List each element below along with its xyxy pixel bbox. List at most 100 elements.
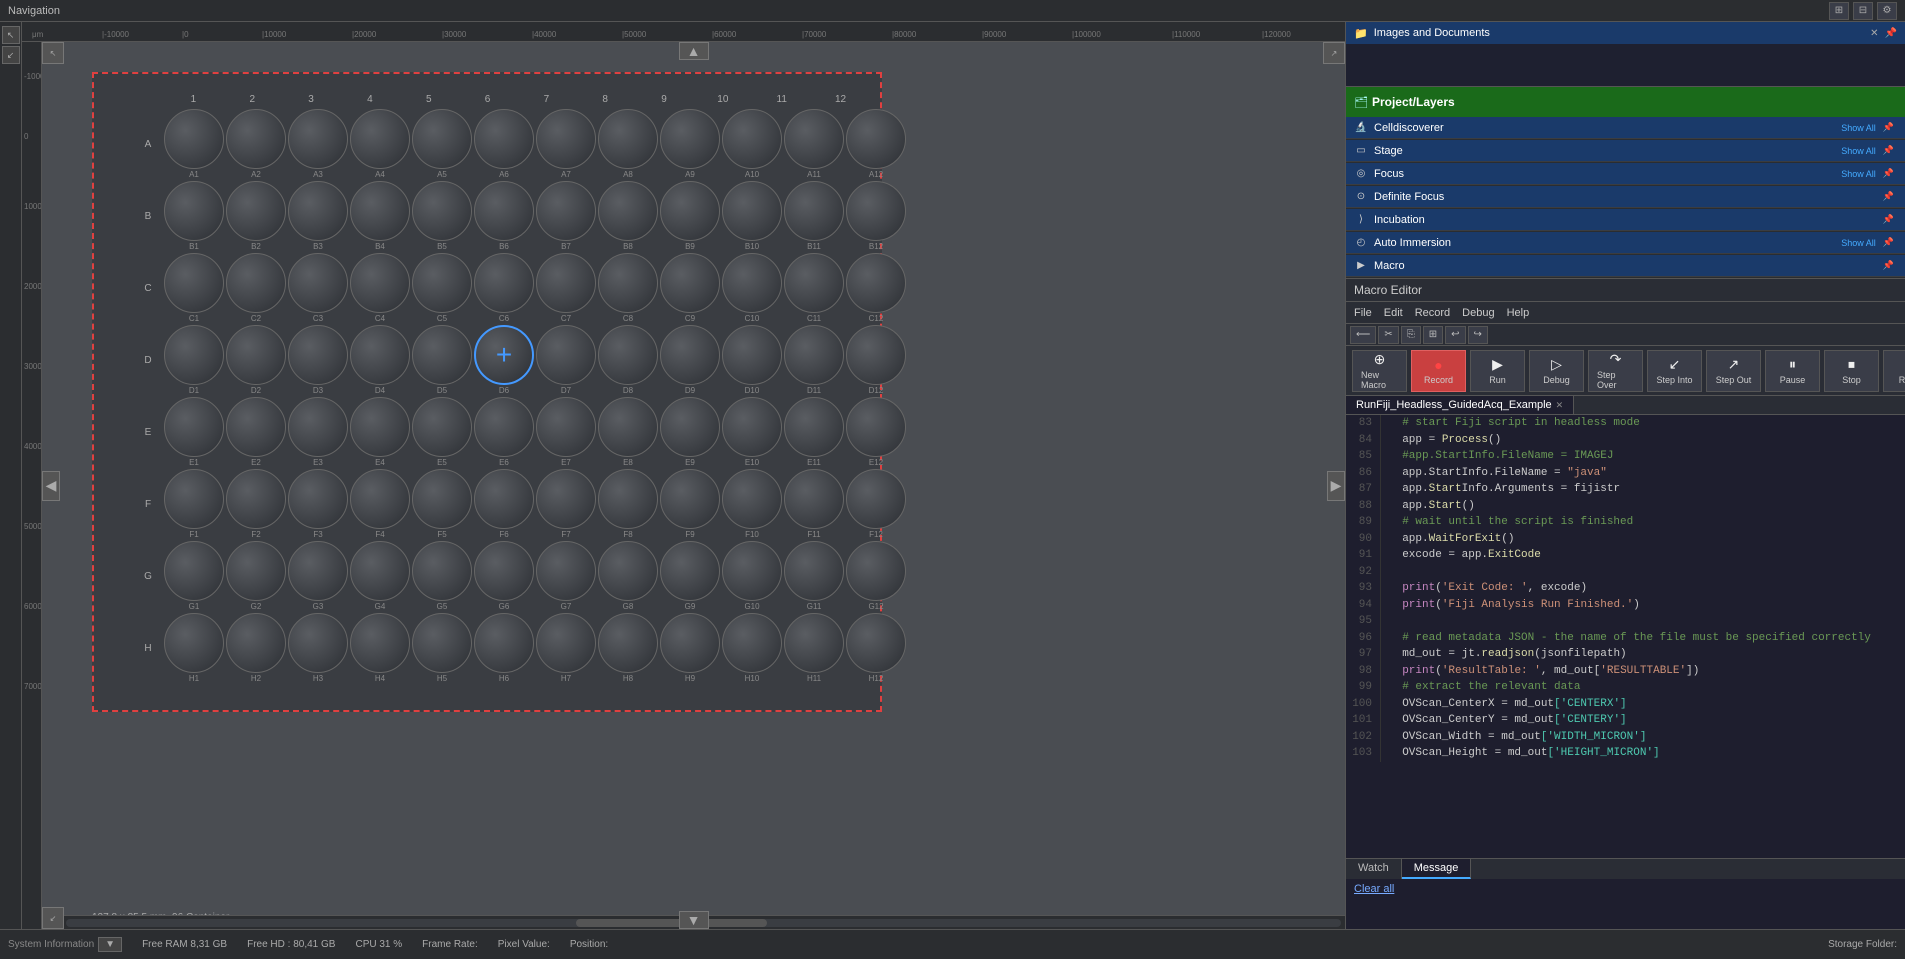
well-E11[interactable] [784,397,844,457]
well-F10[interactable] [722,469,782,529]
well-F3[interactable] [288,469,348,529]
images-close-icon[interactable]: ✕ [1870,28,1878,39]
well-D5[interactable] [412,325,472,385]
well-F11[interactable] [784,469,844,529]
toolbar-paste[interactable]: ⊞ [1423,326,1443,344]
well-D9[interactable] [660,325,720,385]
well-F2[interactable] [226,469,286,529]
well-H3[interactable] [288,613,348,673]
well-A11[interactable] [784,109,844,169]
well-B9[interactable] [660,181,720,241]
well-D4[interactable] [350,325,410,385]
well-F4[interactable] [350,469,410,529]
well-D7[interactable] [536,325,596,385]
layer-show-all-button[interactable]: Show All [1841,146,1876,156]
layer-show-all-button[interactable]: Show All [1841,238,1876,248]
well-E9[interactable] [660,397,720,457]
toolbar-copy[interactable]: ⎘ [1401,326,1421,344]
well-H7[interactable] [536,613,596,673]
menu-debug[interactable]: Debug [1462,307,1494,319]
well-G1[interactable] [164,541,224,601]
new-macro-button[interactable]: ⊕ New Macro [1352,350,1407,392]
well-G6[interactable] [474,541,534,601]
code-editor[interactable]: 83 # start Fiji script in headless mode8… [1346,415,1905,858]
layer-pin-button[interactable]: 📌 [1880,236,1897,249]
well-H9[interactable] [660,613,720,673]
layer-pin-button[interactable]: 📌 [1880,121,1897,134]
well-B11[interactable] [784,181,844,241]
grid-icon-2[interactable]: ⊟ [1853,2,1873,20]
stop-button[interactable]: ⏹ Stop [1824,350,1879,392]
well-D11[interactable] [784,325,844,385]
well-E8[interactable] [598,397,658,457]
well-B10[interactable] [722,181,782,241]
layer-pin-button[interactable]: 📌 [1880,213,1897,226]
layer-item-macro[interactable]: ▶Macro📌 [1346,255,1905,277]
well-G3[interactable] [288,541,348,601]
well-H6[interactable] [474,613,534,673]
well-D2[interactable] [226,325,286,385]
well-F1[interactable] [164,469,224,529]
layer-pin-button[interactable]: 📌 [1880,190,1897,203]
well-A6[interactable] [474,109,534,169]
well-D12[interactable] [846,325,906,385]
menu-help[interactable]: Help [1507,307,1530,319]
well-G5[interactable] [412,541,472,601]
nav-arrow-right[interactable]: ▶ [1327,471,1345,501]
toolbar-cut[interactable]: ✂ [1378,326,1398,344]
well-F5[interactable] [412,469,472,529]
well-C8[interactable] [598,253,658,313]
well-H10[interactable] [722,613,782,673]
well-B7[interactable] [536,181,596,241]
well-C7[interactable] [536,253,596,313]
well-H8[interactable] [598,613,658,673]
well-C3[interactable] [288,253,348,313]
h-scroll-thumb[interactable] [576,919,767,927]
menu-file[interactable]: File [1354,307,1372,319]
run-button[interactable]: ▶ Run [1470,350,1525,392]
macro-tab-example[interactable]: RunFiji_Headless_GuidedAcq_Example ✕ [1346,396,1574,414]
well-C10[interactable] [722,253,782,313]
well-B3[interactable] [288,181,348,241]
well-E4[interactable] [350,397,410,457]
well-A8[interactable] [598,109,658,169]
layer-item-incubation[interactable]: ⟩Incubation📌 [1346,209,1905,231]
menu-record[interactable]: Record [1415,307,1450,319]
nav-arrow-top[interactable]: ▲ [679,42,709,60]
well-G4[interactable] [350,541,410,601]
record-button[interactable]: ● Record [1411,350,1466,392]
well-E1[interactable] [164,397,224,457]
well-A3[interactable] [288,109,348,169]
well-G9[interactable] [660,541,720,601]
well-C9[interactable] [660,253,720,313]
message-tab[interactable]: Message [1402,859,1472,879]
well-H11[interactable] [784,613,844,673]
well-B5[interactable] [412,181,472,241]
layer-item-celldiscoverer[interactable]: 🔬CelldiscovererShow All📌 [1346,117,1905,139]
well-E2[interactable] [226,397,286,457]
well-B12[interactable] [846,181,906,241]
left-tool-1[interactable]: ↖ [2,26,20,44]
toolbar-redo[interactable]: ↪ [1468,326,1488,344]
layer-pin-button[interactable]: 📌 [1880,167,1897,180]
well-F7[interactable] [536,469,596,529]
well-C1[interactable] [164,253,224,313]
well-B4[interactable] [350,181,410,241]
well-E5[interactable] [412,397,472,457]
settings-icon[interactable]: ⚙ [1877,2,1897,20]
well-F12[interactable] [846,469,906,529]
images-pin-icon[interactable]: 📌 [1885,28,1897,39]
reset-button[interactable]: ↺ Reset [1883,350,1905,392]
grid-icon-1[interactable]: ⊞ [1829,2,1849,20]
nav-arrow-bottom[interactable]: ▼ [679,911,709,929]
well-F6[interactable] [474,469,534,529]
well-A4[interactable] [350,109,410,169]
well-A5[interactable] [412,109,472,169]
well-B6[interactable] [474,181,534,241]
step-into-button[interactable]: ↙ Step Into [1647,350,1702,392]
toolbar-back[interactable]: ⟵ [1350,326,1376,344]
pause-button[interactable]: ⏸ Pause [1765,350,1820,392]
viewport[interactable]: ▲ ▼ ◀ ▶ ↖ ↗ ↙ 1 2 3 4 5 [42,42,1345,929]
well-H2[interactable] [226,613,286,673]
debug-button[interactable]: ▷ Debug [1529,350,1584,392]
